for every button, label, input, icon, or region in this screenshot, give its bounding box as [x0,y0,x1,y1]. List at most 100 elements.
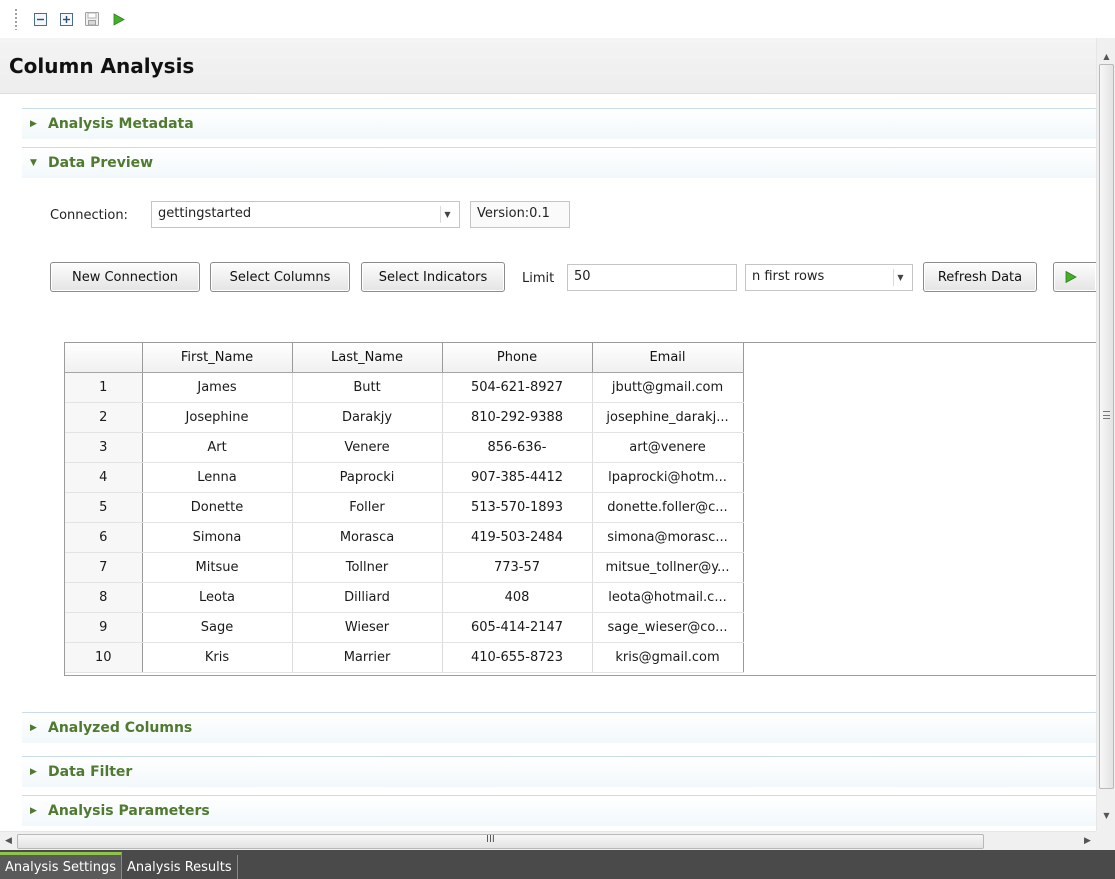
scroll-right-icon[interactable]: ▶ [1084,836,1091,846]
row-number-cell[interactable]: 1 [65,372,143,403]
table-cell[interactable]: josephine_darakj... [592,402,744,433]
section-data-filter[interactable]: ▶ Data Filter [22,756,1096,787]
table-row[interactable]: 9 Sage Wieser 605-414-2147 sage_wieser@co... [65,612,744,643]
vertical-scroll-thumb[interactable] [1099,64,1114,789]
refresh-data-button[interactable]: Refresh Data [923,262,1037,292]
column-header-first-name[interactable]: First_Name [142,343,293,373]
limit-label: Limit [522,271,555,286]
table-cell[interactable]: Foller [292,492,443,523]
table-cell[interactable]: kris@gmail.com [592,642,744,673]
table-cell[interactable]: jbutt@gmail.com [592,372,744,403]
tab-analysis-settings[interactable]: Analysis Settings [0,852,123,879]
connection-label: Connection: [50,208,128,223]
column-header-last-name[interactable]: Last_Name [292,343,443,373]
row-number-cell[interactable]: 4 [65,462,143,493]
table-row[interactable]: 2 Josephine Darakjy 810-292-9388 josephine_d… [65,402,744,433]
table-row[interactable]: 6 Simona Morasca 419-503-2484 simona@morasc.… [65,522,744,553]
page-title: Column Analysis [9,53,195,78]
scroll-up-icon[interactable]: ▲ [1102,52,1111,61]
table-cell[interactable]: leota@hotmail.c... [592,582,744,613]
table-cell[interactable]: Wieser [292,612,443,643]
scroll-left-icon[interactable]: ◀ [5,836,12,846]
table-cell[interactable]: James [142,372,293,403]
table-cell[interactable]: Paprocki [292,462,443,493]
table-cell[interactable]: 410-655-8723 [442,642,593,673]
row-number-cell[interactable]: 3 [65,432,143,463]
table-cell[interactable]: Venere [292,432,443,463]
table-cell[interactable]: 408 [442,582,593,613]
limit-input[interactable]: 50 [567,264,737,291]
table-row[interactable]: 7 Mitsue Tollner 773-57 mitsue_tollner@y... [65,552,744,583]
horizontal-scrollbar[interactable]: ◀ III ▶ [0,831,1096,850]
connection-combo[interactable]: gettingstarted ▼ [151,201,460,228]
row-number-cell[interactable]: 9 [65,612,143,643]
section-title: Analysis Metadata [48,116,194,132]
table-row[interactable]: 3 Art Venere 856-636- art@venere [65,432,744,463]
table-cell[interactable]: simona@morasc... [592,522,744,553]
select-columns-button[interactable]: Select Columns [210,262,350,292]
table-row[interactable]: 1 James Butt 504-621-8927 jbutt@gmail.com [65,372,744,403]
vertical-scrollbar[interactable]: ▲ ▼ [1096,38,1115,831]
row-number-cell[interactable]: 6 [65,522,143,553]
table-cell[interactable]: Lenna [142,462,293,493]
section-data-preview[interactable]: ▼ Data Preview [22,147,1096,178]
table-cell[interactable]: 856-636- [442,432,593,463]
column-header-phone[interactable]: Phone [442,343,593,373]
table-cell[interactable]: art@venere [592,432,744,463]
table-row[interactable]: 10 Kris Marrier 410-655-8723 kris@gmail.com [65,642,744,673]
table-cell[interactable]: Art [142,432,293,463]
run-preview-button[interactable] [1053,262,1096,292]
table-cell[interactable]: Dilliard [292,582,443,613]
run-icon[interactable] [108,9,128,29]
select-indicators-button[interactable]: Select Indicators [361,262,505,292]
section-analysis-parameters[interactable]: ▶ Analysis Parameters [22,795,1096,826]
table-cell[interactable]: 907-385-4412 [442,462,593,493]
row-number-cell[interactable]: 10 [65,642,143,673]
new-connection-button[interactable]: New Connection [50,262,200,292]
table-cell[interactable]: Simona [142,522,293,553]
collapse-all-icon[interactable] [30,9,50,29]
table-cell[interactable]: Kris [142,642,293,673]
table-cell[interactable]: 773-57 [442,552,593,583]
table-row[interactable]: 5 Donette Foller 513-570-1893 donette.foller… [65,492,744,523]
data-preview-table[interactable]: First_Name Last_Name Phone Email 1 James B… [64,342,1096,676]
table-cell[interactable]: Josephine [142,402,293,433]
table-row[interactable]: 8 Leota Dilliard 408 leota@hotmail.c... [65,582,744,613]
save-icon[interactable] [82,9,102,29]
table-cell[interactable]: Leota [142,582,293,613]
table-cell[interactable]: 419-503-2484 [442,522,593,553]
toolbar-grip[interactable] [14,8,18,30]
table-cell[interactable]: 513-570-1893 [442,492,593,523]
table-cell[interactable]: sage_wieser@co... [592,612,744,643]
row-number-cell[interactable]: 8 [65,582,143,613]
row-number-cell[interactable]: 7 [65,552,143,583]
scroll-down-icon[interactable]: ▼ [1102,811,1111,820]
table-cell[interactable]: mitsue_tollner@y... [592,552,744,583]
expand-all-icon[interactable] [56,9,76,29]
table-cell[interactable]: 810-292-9388 [442,402,593,433]
chevron-down-icon[interactable]: ▼ [893,269,907,286]
table-cell[interactable]: Donette [142,492,293,523]
row-number-header[interactable] [65,343,143,373]
table-cell[interactable]: Mitsue [142,552,293,583]
horizontal-scroll-thumb[interactable]: III [17,834,984,849]
table-cell[interactable]: Tollner [292,552,443,583]
chevron-down-icon[interactable]: ▼ [440,206,454,223]
table-cell[interactable]: 605-414-2147 [442,612,593,643]
table-cell[interactable]: Darakjy [292,402,443,433]
table-row[interactable]: 4 Lenna Paprocki 907-385-4412 lpaprocki@hotm… [65,462,744,493]
row-number-cell[interactable]: 5 [65,492,143,523]
table-cell[interactable]: donette.foller@c... [592,492,744,523]
table-cell[interactable]: 504-621-8927 [442,372,593,403]
table-cell[interactable]: Marrier [292,642,443,673]
row-mode-combo[interactable]: n first rows ▼ [745,264,913,291]
row-number-cell[interactable]: 2 [65,402,143,433]
column-header-email[interactable]: Email [592,343,744,373]
table-cell[interactable]: Sage [142,612,293,643]
tab-analysis-results[interactable]: Analysis Results [122,855,238,879]
table-cell[interactable]: Morasca [292,522,443,553]
table-cell[interactable]: Butt [292,372,443,403]
table-cell[interactable]: lpaprocki@hotm... [592,462,744,493]
section-analysis-metadata[interactable]: ▶ Analysis Metadata [22,108,1096,139]
section-analyzed-columns[interactable]: ▶ Analyzed Columns [22,712,1096,743]
